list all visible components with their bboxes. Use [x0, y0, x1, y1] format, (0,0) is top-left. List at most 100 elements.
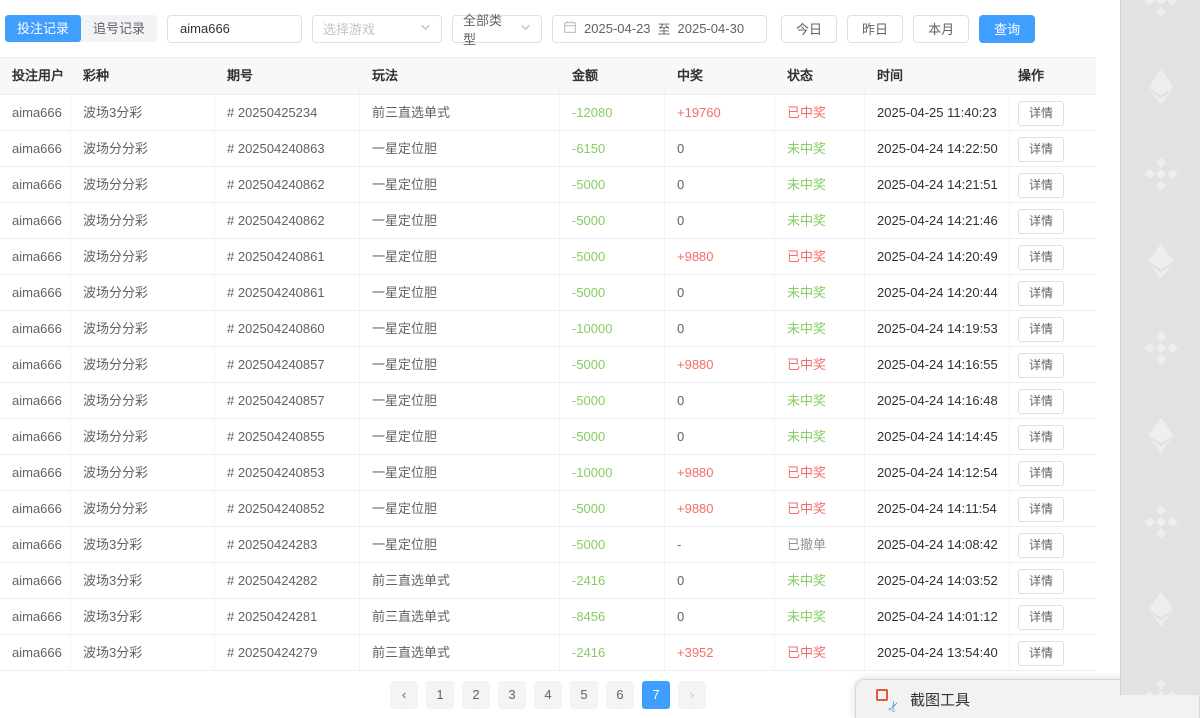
cell-lottery: 波场分分彩 — [71, 419, 215, 454]
cell-play: 一星定位胆 — [360, 455, 560, 490]
cell-time: 2025-04-24 14:14:45 — [865, 419, 1010, 454]
cell-lottery: 波场分分彩 — [71, 203, 215, 238]
table-row: aima666波场分分彩# 202504240862一星定位胆-50000未中奖… — [0, 167, 1096, 203]
cell-user: aima666 — [0, 491, 71, 526]
cell-time: 2025-04-24 14:11:54 — [865, 491, 1010, 526]
detail-button[interactable]: 详情 — [1018, 425, 1064, 450]
table-row: aima666波场分分彩# 202504240862一星定位胆-50000未中奖… — [0, 203, 1096, 239]
detail-button[interactable]: 详情 — [1018, 173, 1064, 198]
cell-play: 一星定位胆 — [360, 347, 560, 382]
page-button-4[interactable]: 4 — [534, 681, 562, 709]
cell-amount: -5000 — [560, 275, 665, 310]
detail-button[interactable]: 详情 — [1018, 317, 1064, 342]
cell-lottery: 波场分分彩 — [71, 131, 215, 166]
cell-actions: 详情 — [1010, 311, 1096, 346]
cell-status: 已中奖 — [775, 95, 865, 130]
cell-time: 2025-04-24 14:16:48 — [865, 383, 1010, 418]
table-row: aima666波场3分彩# 20250424281前三直选单式-84560未中奖… — [0, 599, 1096, 635]
page-button-5[interactable]: 5 — [570, 681, 598, 709]
table-row: aima666波场分分彩# 202504240853一星定位胆-10000+98… — [0, 455, 1096, 491]
table-row: aima666波场分分彩# 202504240863一星定位胆-61500未中奖… — [0, 131, 1096, 167]
detail-button[interactable]: 详情 — [1018, 281, 1064, 306]
detail-button[interactable]: 详情 — [1018, 641, 1064, 666]
table-row: aima666波场分分彩# 202504240857一星定位胆-50000未中奖… — [0, 383, 1096, 419]
page-button-1[interactable]: 1 — [426, 681, 454, 709]
detail-button[interactable]: 详情 — [1018, 389, 1064, 414]
cell-status: 已中奖 — [775, 491, 865, 526]
tab-chase-records[interactable]: 追号记录 — [81, 15, 157, 42]
prev-page-button[interactable]: ‹ — [390, 681, 418, 709]
cell-play: 一星定位胆 — [360, 383, 560, 418]
cell-issue: # 202504240862 — [215, 167, 360, 202]
detail-button[interactable]: 详情 — [1018, 461, 1064, 486]
cell-amount: -12080 — [560, 95, 665, 130]
detail-button[interactable]: 详情 — [1018, 101, 1064, 126]
detail-button[interactable]: 详情 — [1018, 569, 1064, 594]
yesterday-button[interactable]: 昨日 — [847, 15, 903, 43]
date-range-picker[interactable]: 2025-04-23 至 2025-04-30 — [552, 15, 767, 43]
cell-user: aima666 — [0, 95, 71, 130]
type-select[interactable]: 全部类型 — [452, 15, 542, 43]
cell-status: 未中奖 — [775, 563, 865, 598]
cell-win: +9880 — [665, 455, 775, 490]
page-button-2[interactable]: 2 — [462, 681, 490, 709]
cell-amount: -5000 — [560, 419, 665, 454]
detail-button[interactable]: 详情 — [1018, 605, 1064, 630]
cell-lottery: 波场3分彩 — [71, 599, 215, 634]
date-start[interactable]: 2025-04-23 — [584, 21, 651, 36]
detail-button[interactable]: 详情 — [1018, 137, 1064, 162]
cell-actions: 详情 — [1010, 131, 1096, 166]
detail-button[interactable]: 详情 — [1018, 245, 1064, 270]
table-row: aima666波场3分彩# 20250425234前三直选单式-12080+19… — [0, 95, 1096, 131]
this-month-button[interactable]: 本月 — [913, 15, 969, 43]
cell-status: 未中奖 — [775, 167, 865, 202]
cell-win: 0 — [665, 203, 775, 238]
cell-issue: # 202504240855 — [215, 419, 360, 454]
page-button-7[interactable]: 7 — [642, 681, 670, 709]
cell-issue: # 202504240857 — [215, 347, 360, 382]
detail-button[interactable]: 详情 — [1018, 533, 1064, 558]
cell-status: 未中奖 — [775, 203, 865, 238]
query-button[interactable]: 查询 — [979, 15, 1035, 43]
cell-status: 未中奖 — [775, 275, 865, 310]
game-select-placeholder: 选择游戏 — [323, 19, 375, 38]
snipping-tool-label: 截图工具 — [910, 689, 970, 710]
cell-lottery: 波场3分彩 — [71, 95, 215, 130]
next-page-button[interactable]: › — [678, 681, 706, 709]
detail-button[interactable]: 详情 — [1018, 353, 1064, 378]
username-input[interactable] — [180, 21, 289, 36]
cell-lottery: 波场分分彩 — [71, 311, 215, 346]
page-button-6[interactable]: 6 — [606, 681, 634, 709]
cell-win: 0 — [665, 599, 775, 634]
table-row: aima666波场3分彩# 20250424282前三直选单式-24160未中奖… — [0, 563, 1096, 599]
cell-issue: # 202504240857 — [215, 383, 360, 418]
cell-amount: -5000 — [560, 527, 665, 562]
cell-play: 一星定位胆 — [360, 311, 560, 346]
cell-win: 0 — [665, 383, 775, 418]
page-button-3[interactable]: 3 — [498, 681, 526, 709]
cell-amount: -5000 — [560, 491, 665, 526]
column-header-7: 时间 — [865, 58, 1010, 94]
cell-actions: 详情 — [1010, 239, 1096, 274]
cell-actions: 详情 — [1010, 455, 1096, 490]
detail-button[interactable]: 详情 — [1018, 497, 1064, 522]
column-header-6: 状态 — [775, 58, 865, 94]
cell-time: 2025-04-24 14:08:42 — [865, 527, 1010, 562]
today-button[interactable]: 今日 — [781, 15, 837, 43]
cell-user: aima666 — [0, 419, 71, 454]
detail-button[interactable]: 详情 — [1018, 209, 1064, 234]
ethereum-icon — [1141, 415, 1181, 455]
cell-status: 已中奖 — [775, 239, 865, 274]
cell-issue: # 202504240863 — [215, 131, 360, 166]
cell-time: 2025-04-24 14:22:50 — [865, 131, 1010, 166]
date-end[interactable]: 2025-04-30 — [678, 21, 745, 36]
cell-actions: 详情 — [1010, 95, 1096, 130]
cell-user: aima666 — [0, 599, 71, 634]
cell-win: 0 — [665, 275, 775, 310]
cell-lottery: 波场3分彩 — [71, 635, 215, 670]
cell-issue: # 202504240861 — [215, 239, 360, 274]
cell-user: aima666 — [0, 527, 71, 562]
tab-bet-records[interactable]: 投注记录 — [5, 15, 81, 42]
game-select[interactable]: 选择游戏 — [312, 15, 442, 43]
column-header-3: 玩法 — [360, 58, 560, 94]
